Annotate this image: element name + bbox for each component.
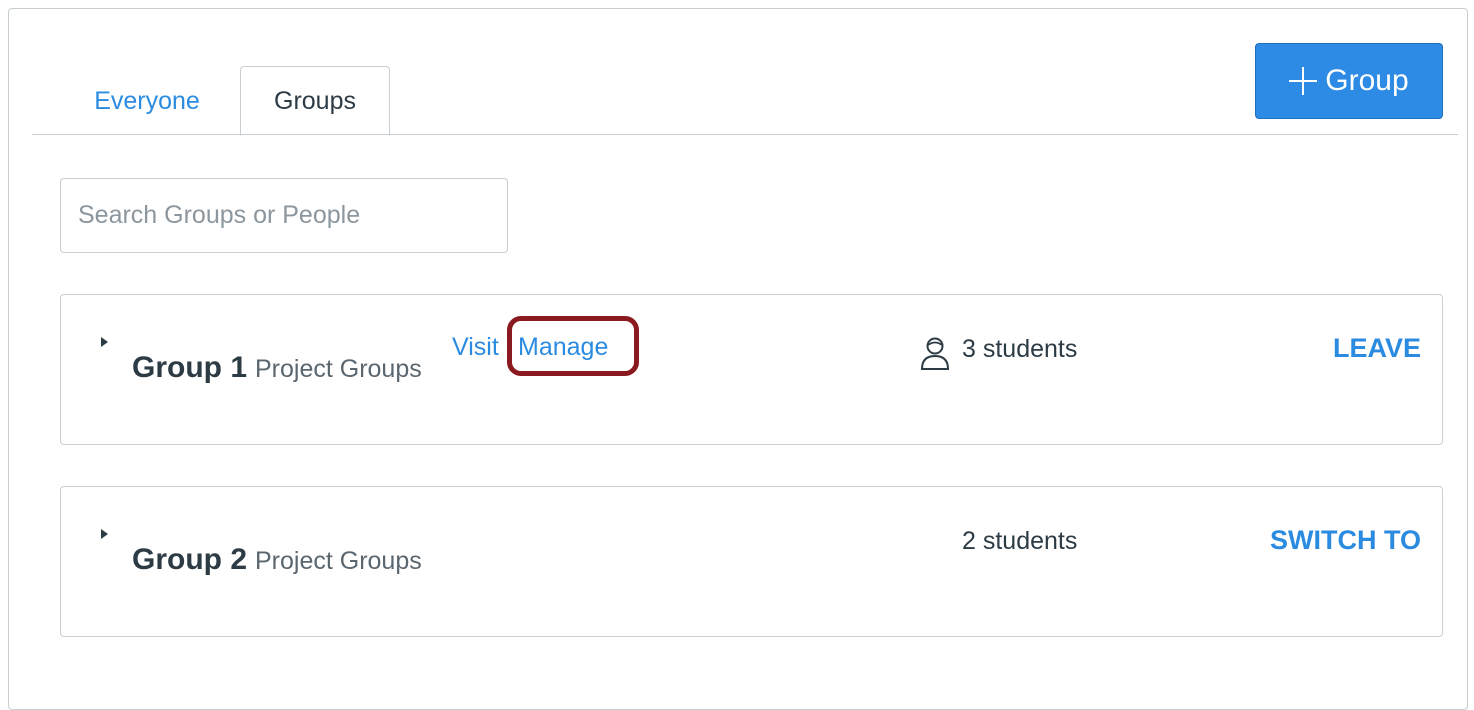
group-name: Group 2 bbox=[132, 543, 248, 576]
user-icon bbox=[920, 337, 950, 370]
tabs-divider bbox=[32, 134, 1458, 135]
group-category: Project Groups bbox=[255, 547, 422, 575]
leave-button[interactable]: LEAVE bbox=[1333, 333, 1421, 364]
member-count: 3 students bbox=[962, 335, 1078, 363]
tab-everyone[interactable]: Everyone bbox=[68, 68, 226, 134]
switch-to-button[interactable]: SWITCH TO bbox=[1270, 525, 1421, 556]
manage-link[interactable]: Manage bbox=[518, 333, 608, 362]
group-name: Group 1 bbox=[132, 351, 248, 384]
visit-link[interactable]: Visit bbox=[452, 333, 499, 362]
add-group-button[interactable]: Group bbox=[1255, 43, 1443, 119]
add-group-label: Group bbox=[1325, 64, 1409, 97]
tab-groups[interactable]: Groups bbox=[240, 66, 390, 136]
group-category: Project Groups bbox=[255, 355, 422, 383]
expand-caret-icon[interactable] bbox=[101, 529, 108, 539]
group-card-1: Group 1 Project Groups Visit Manage 3 st… bbox=[60, 294, 1443, 445]
expand-caret-icon[interactable] bbox=[101, 337, 108, 347]
plus-icon bbox=[1289, 67, 1318, 95]
search-input[interactable] bbox=[60, 178, 508, 253]
member-count: 2 students bbox=[962, 527, 1078, 555]
group-card-2: Group 2 Project Groups 2 students SWITCH… bbox=[60, 486, 1443, 637]
